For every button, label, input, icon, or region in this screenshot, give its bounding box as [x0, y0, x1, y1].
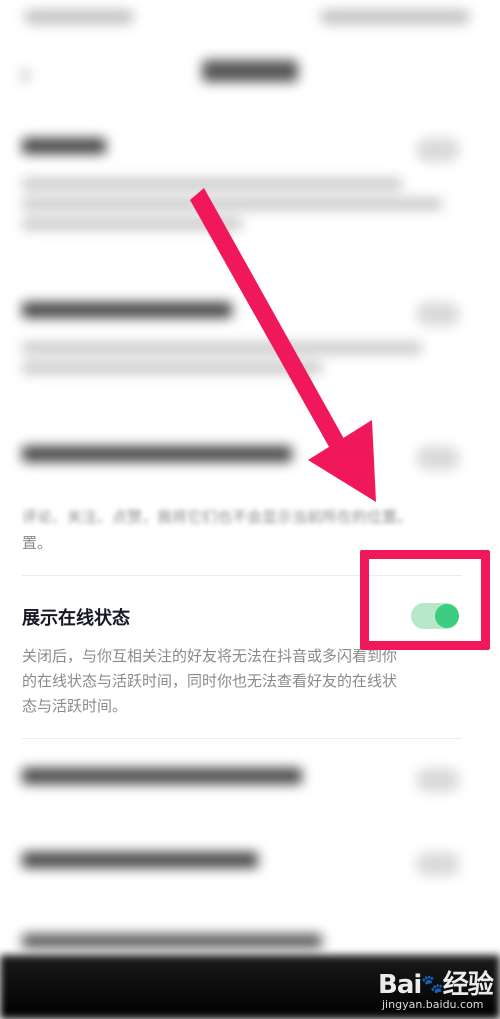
- nav-bar: ‹: [0, 50, 500, 106]
- setting-toggle-1[interactable]: [416, 138, 460, 162]
- setting-row-6: [22, 850, 478, 876]
- status-left-indicators: [24, 10, 134, 24]
- setting-row-7: [22, 930, 478, 956]
- baidu-jingyan-watermark: Bai🐾经验 jingyan.baidu.com: [378, 964, 494, 1016]
- divider: [22, 738, 462, 739]
- highlight-box: [360, 550, 490, 650]
- online-status-description-line3: 态与活跃时间。: [22, 697, 128, 715]
- watermark-logo-prefix: Bai: [378, 970, 422, 1000]
- paw-icon: 🐾: [421, 974, 443, 995]
- watermark-logo: Bai🐾经验: [378, 964, 494, 1000]
- setting-toggle-5[interactable]: [416, 768, 460, 792]
- watermark-logo-suffix: 经验: [442, 970, 494, 1000]
- watermark-url: jingyan.baidu.com: [382, 998, 484, 1011]
- status-bar: [0, 0, 500, 40]
- setting-row-5: [22, 766, 478, 792]
- page-title: [190, 60, 310, 90]
- status-right-indicators: [320, 10, 470, 24]
- chevron-left-icon[interactable]: ‹: [20, 62, 42, 88]
- setting-toggle-6[interactable]: [416, 852, 460, 876]
- previous-item-description: 评论、关注、点赞，我将它们也不会显示当前所在的位置。 置。: [22, 504, 462, 556]
- setting-toggle-3[interactable]: [416, 446, 460, 470]
- online-status-description-line2: 的在线状态与活跃时间，同时你也无法查看好友的在线状: [22, 672, 398, 690]
- previous-item-description-line1: 评论、关注、点赞，我将它们也不会显示当前所在的位置。: [22, 508, 413, 526]
- setting-row-3: [22, 444, 478, 470]
- online-status-description: 关闭后，与你互相关注的好友将无法在抖音或多闪看到你 的在线状态与活跃时间，同时你…: [22, 644, 462, 719]
- online-status-title: 展示在线状态: [22, 608, 130, 629]
- setting-toggle-2[interactable]: [416, 302, 460, 326]
- setting-row-1: [22, 136, 478, 238]
- setting-row-2: [22, 300, 478, 382]
